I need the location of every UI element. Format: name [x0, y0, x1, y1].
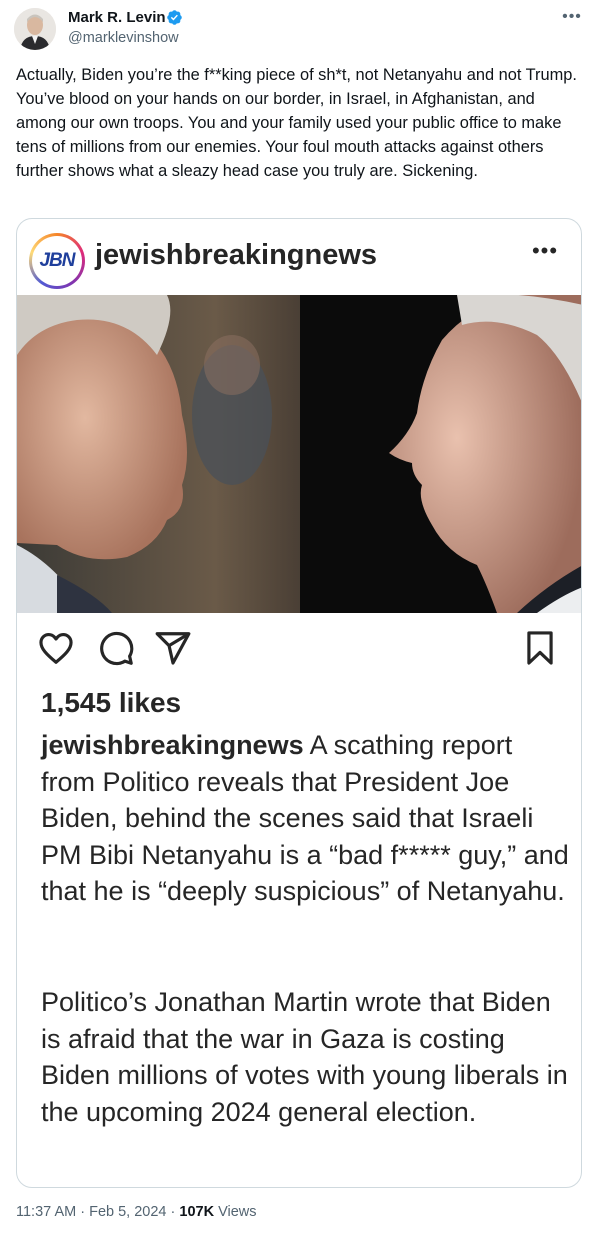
- comment-icon: [100, 631, 134, 666]
- jbn-logo: JBN: [29, 233, 85, 289]
- jbn-logo-text: JBN: [39, 250, 75, 271]
- author-handle[interactable]: @marklevinshow: [68, 30, 179, 46]
- instagram-account-name: jewishbreakingnews: [95, 239, 378, 271]
- bookmark-icon: [527, 631, 553, 665]
- avatar-image: [14, 8, 56, 50]
- likes-count: 1,545 likes: [41, 687, 182, 718]
- tweet-meta: 11:37 AM · Feb 5, 2024 · 107K Views: [16, 1204, 257, 1220]
- instagram-more-icon: •••: [531, 238, 559, 263]
- views-count: 107K: [179, 1204, 215, 1220]
- meta-separator: ·: [76, 1204, 90, 1220]
- verified-badge-icon: [167, 10, 182, 25]
- post-photo: [17, 295, 581, 613]
- photo-image: [17, 295, 581, 613]
- tweet-date[interactable]: Feb 5, 2024: [89, 1204, 166, 1220]
- embedded-image-card[interactable]: JBN jewishbreakingnews ••• 1,545 likes j…: [16, 218, 582, 1188]
- meta-separator: ·: [166, 1204, 180, 1220]
- author-avatar[interactable]: [14, 8, 56, 50]
- tweet-text: Actually, Biden you’re the f**king piece…: [16, 66, 582, 180]
- more-options-icon[interactable]: •••: [560, 8, 584, 28]
- post-caption-paragraph-2: Politico’s Jonathan Martin wrote that Bi…: [41, 987, 568, 1127]
- share-icon: [155, 632, 191, 665]
- caption-username: jewishbreakingnews: [41, 730, 304, 760]
- tweet: Mark R. Levin @marklevinshow ••• Actuall…: [0, 0, 603, 1243]
- tweet-time[interactable]: 11:37 AM: [16, 1204, 76, 1220]
- views-label: Views: [214, 1204, 257, 1220]
- post-caption: jewishbreakingnews A scathing report fro…: [41, 727, 571, 910]
- author-name[interactable]: Mark R. Levin: [68, 9, 166, 26]
- heart-icon: [39, 632, 73, 664]
- instagram-actions-bar: [17, 629, 581, 669]
